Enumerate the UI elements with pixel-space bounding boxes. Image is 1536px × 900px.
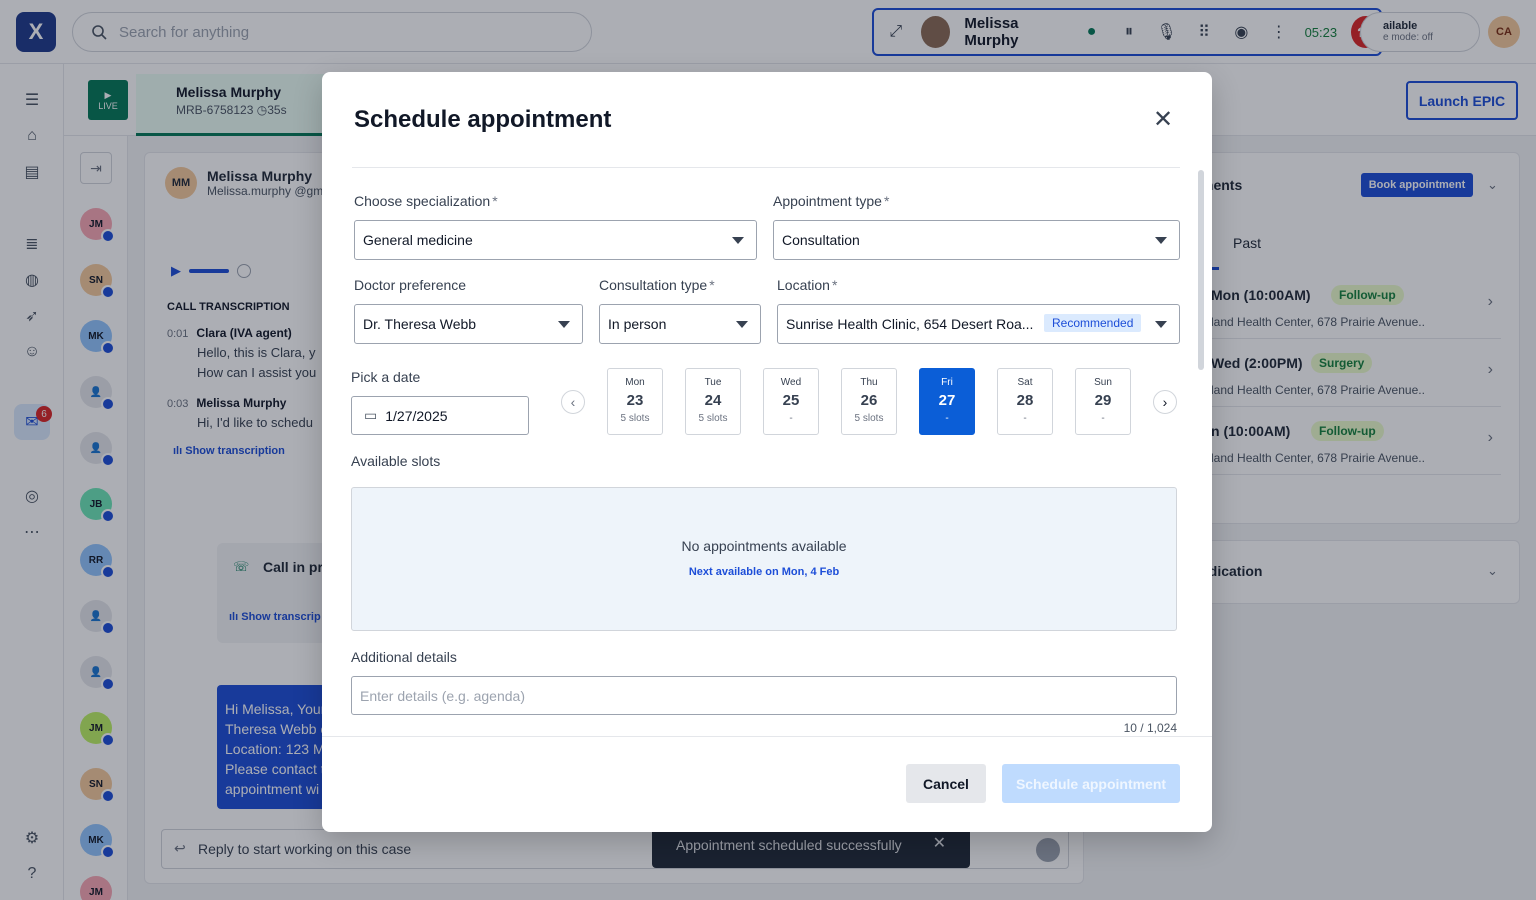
calendar-icon: ▭ bbox=[364, 407, 378, 423]
required-mark: * bbox=[883, 193, 890, 209]
day-number: 24 bbox=[704, 392, 722, 409]
next-available-link[interactable]: Next available on Mon, 4 Feb bbox=[352, 566, 1176, 578]
day-name: Mon bbox=[625, 377, 645, 388]
schedule-appointment-button[interactable]: Schedule appointment bbox=[1002, 764, 1180, 803]
location-label: Location * bbox=[777, 277, 837, 293]
next-week-button[interactable]: › bbox=[1153, 390, 1177, 414]
specialization-label: Choose specialization * bbox=[354, 193, 498, 209]
chevron-right-icon: › bbox=[1162, 394, 1168, 410]
day-thu[interactable]: Thu 26 5 slots bbox=[841, 368, 897, 435]
day-name: Sun bbox=[1094, 377, 1112, 388]
select-value: In person bbox=[608, 316, 667, 332]
divider bbox=[322, 736, 1212, 737]
day-slots: 5 slots bbox=[620, 413, 650, 424]
caret-down-icon bbox=[732, 237, 744, 244]
day-wed[interactable]: Wed 25 - bbox=[763, 368, 819, 435]
label-text: Choose specialization bbox=[354, 193, 491, 209]
doctor-label: Doctor preference bbox=[354, 277, 467, 293]
day-number: 23 bbox=[626, 392, 644, 409]
caret-down-icon bbox=[1155, 237, 1167, 244]
schedule-appointment-dialog: Schedule appointment ✕ Choose specializa… bbox=[322, 72, 1212, 832]
chevron-left-icon: ‹ bbox=[570, 394, 576, 410]
required-mark: * bbox=[709, 277, 715, 293]
day-number: 25 bbox=[782, 392, 800, 409]
label-text: Location bbox=[777, 277, 830, 293]
caret-down-icon bbox=[736, 321, 748, 328]
day-number: 26 bbox=[860, 392, 878, 409]
required-mark: * bbox=[492, 193, 498, 209]
day-sat[interactable]: Sat 28 - bbox=[997, 368, 1053, 435]
character-count: 10 / 1,024 bbox=[1123, 721, 1177, 735]
consultation-type-label: Consultation type * bbox=[599, 277, 715, 293]
label-text: Consultation type bbox=[599, 277, 708, 293]
appointment-type-select[interactable]: Consultation bbox=[773, 220, 1180, 260]
appointment-type-label: Appointment type * bbox=[773, 193, 889, 209]
day-slots: - bbox=[1101, 413, 1105, 424]
caret-down-icon bbox=[558, 321, 570, 328]
day-name: Fri bbox=[941, 377, 953, 388]
day-name: Wed bbox=[780, 377, 802, 388]
previous-week-button[interactable]: ‹ bbox=[561, 390, 585, 414]
doctor-select[interactable]: Dr. Theresa Webb bbox=[354, 304, 583, 344]
day-mon[interactable]: Mon 23 5 slots bbox=[607, 368, 663, 435]
cancel-button[interactable]: Cancel bbox=[906, 764, 986, 803]
day-slots: - bbox=[1023, 413, 1027, 424]
day-sun[interactable]: Sun 29 - bbox=[1075, 368, 1131, 435]
day-name: Thu bbox=[860, 377, 878, 388]
label-text: Appointment type bbox=[773, 193, 882, 209]
date-value: 1/27/2025 bbox=[385, 407, 448, 424]
required-mark: * bbox=[831, 277, 838, 293]
date-label: Pick a date bbox=[351, 369, 421, 385]
date-input[interactable]: ▭ 1/27/2025 bbox=[351, 396, 529, 435]
additional-details-label: Additional details bbox=[351, 649, 457, 665]
day-slots: 5 slots bbox=[698, 413, 728, 424]
day-number: 29 bbox=[1094, 392, 1112, 409]
empty-state-text: No appointments available bbox=[681, 538, 847, 554]
day-number: 28 bbox=[1016, 392, 1034, 409]
select-value: General medicine bbox=[363, 232, 473, 248]
day-name: Sat bbox=[1017, 377, 1033, 388]
location-select[interactable]: Sunrise Health Clinic, 654 Desert Roa...… bbox=[777, 304, 1180, 344]
available-slots-label: Available slots bbox=[351, 453, 441, 469]
dialog-title: Schedule appointment bbox=[354, 106, 612, 133]
specialization-select[interactable]: General medicine bbox=[354, 220, 757, 260]
scrollbar[interactable] bbox=[1198, 170, 1204, 370]
close-icon[interactable]: ✕ bbox=[1150, 106, 1176, 133]
slots-area: No appointments available Next available… bbox=[351, 487, 1177, 631]
select-value: Sunrise Health Clinic, 654 Desert Roa... bbox=[786, 316, 1034, 332]
select-value: Dr. Theresa Webb bbox=[363, 316, 477, 332]
divider bbox=[352, 167, 1180, 168]
day-slots: - bbox=[945, 413, 949, 424]
additional-details-input[interactable] bbox=[351, 676, 1177, 715]
select-value: Consultation bbox=[782, 232, 860, 248]
day-fri[interactable]: Fri 27 - bbox=[919, 368, 975, 435]
caret-down-icon bbox=[1155, 321, 1167, 328]
day-slots: 5 slots bbox=[854, 413, 884, 424]
consultation-type-select[interactable]: In person bbox=[599, 304, 761, 344]
day-tue[interactable]: Tue 24 5 slots bbox=[685, 368, 741, 435]
day-slots: - bbox=[789, 413, 793, 424]
recommended-badge: Recommended bbox=[1044, 314, 1142, 332]
day-number: 27 bbox=[938, 392, 956, 409]
day-name: Tue bbox=[704, 377, 722, 388]
